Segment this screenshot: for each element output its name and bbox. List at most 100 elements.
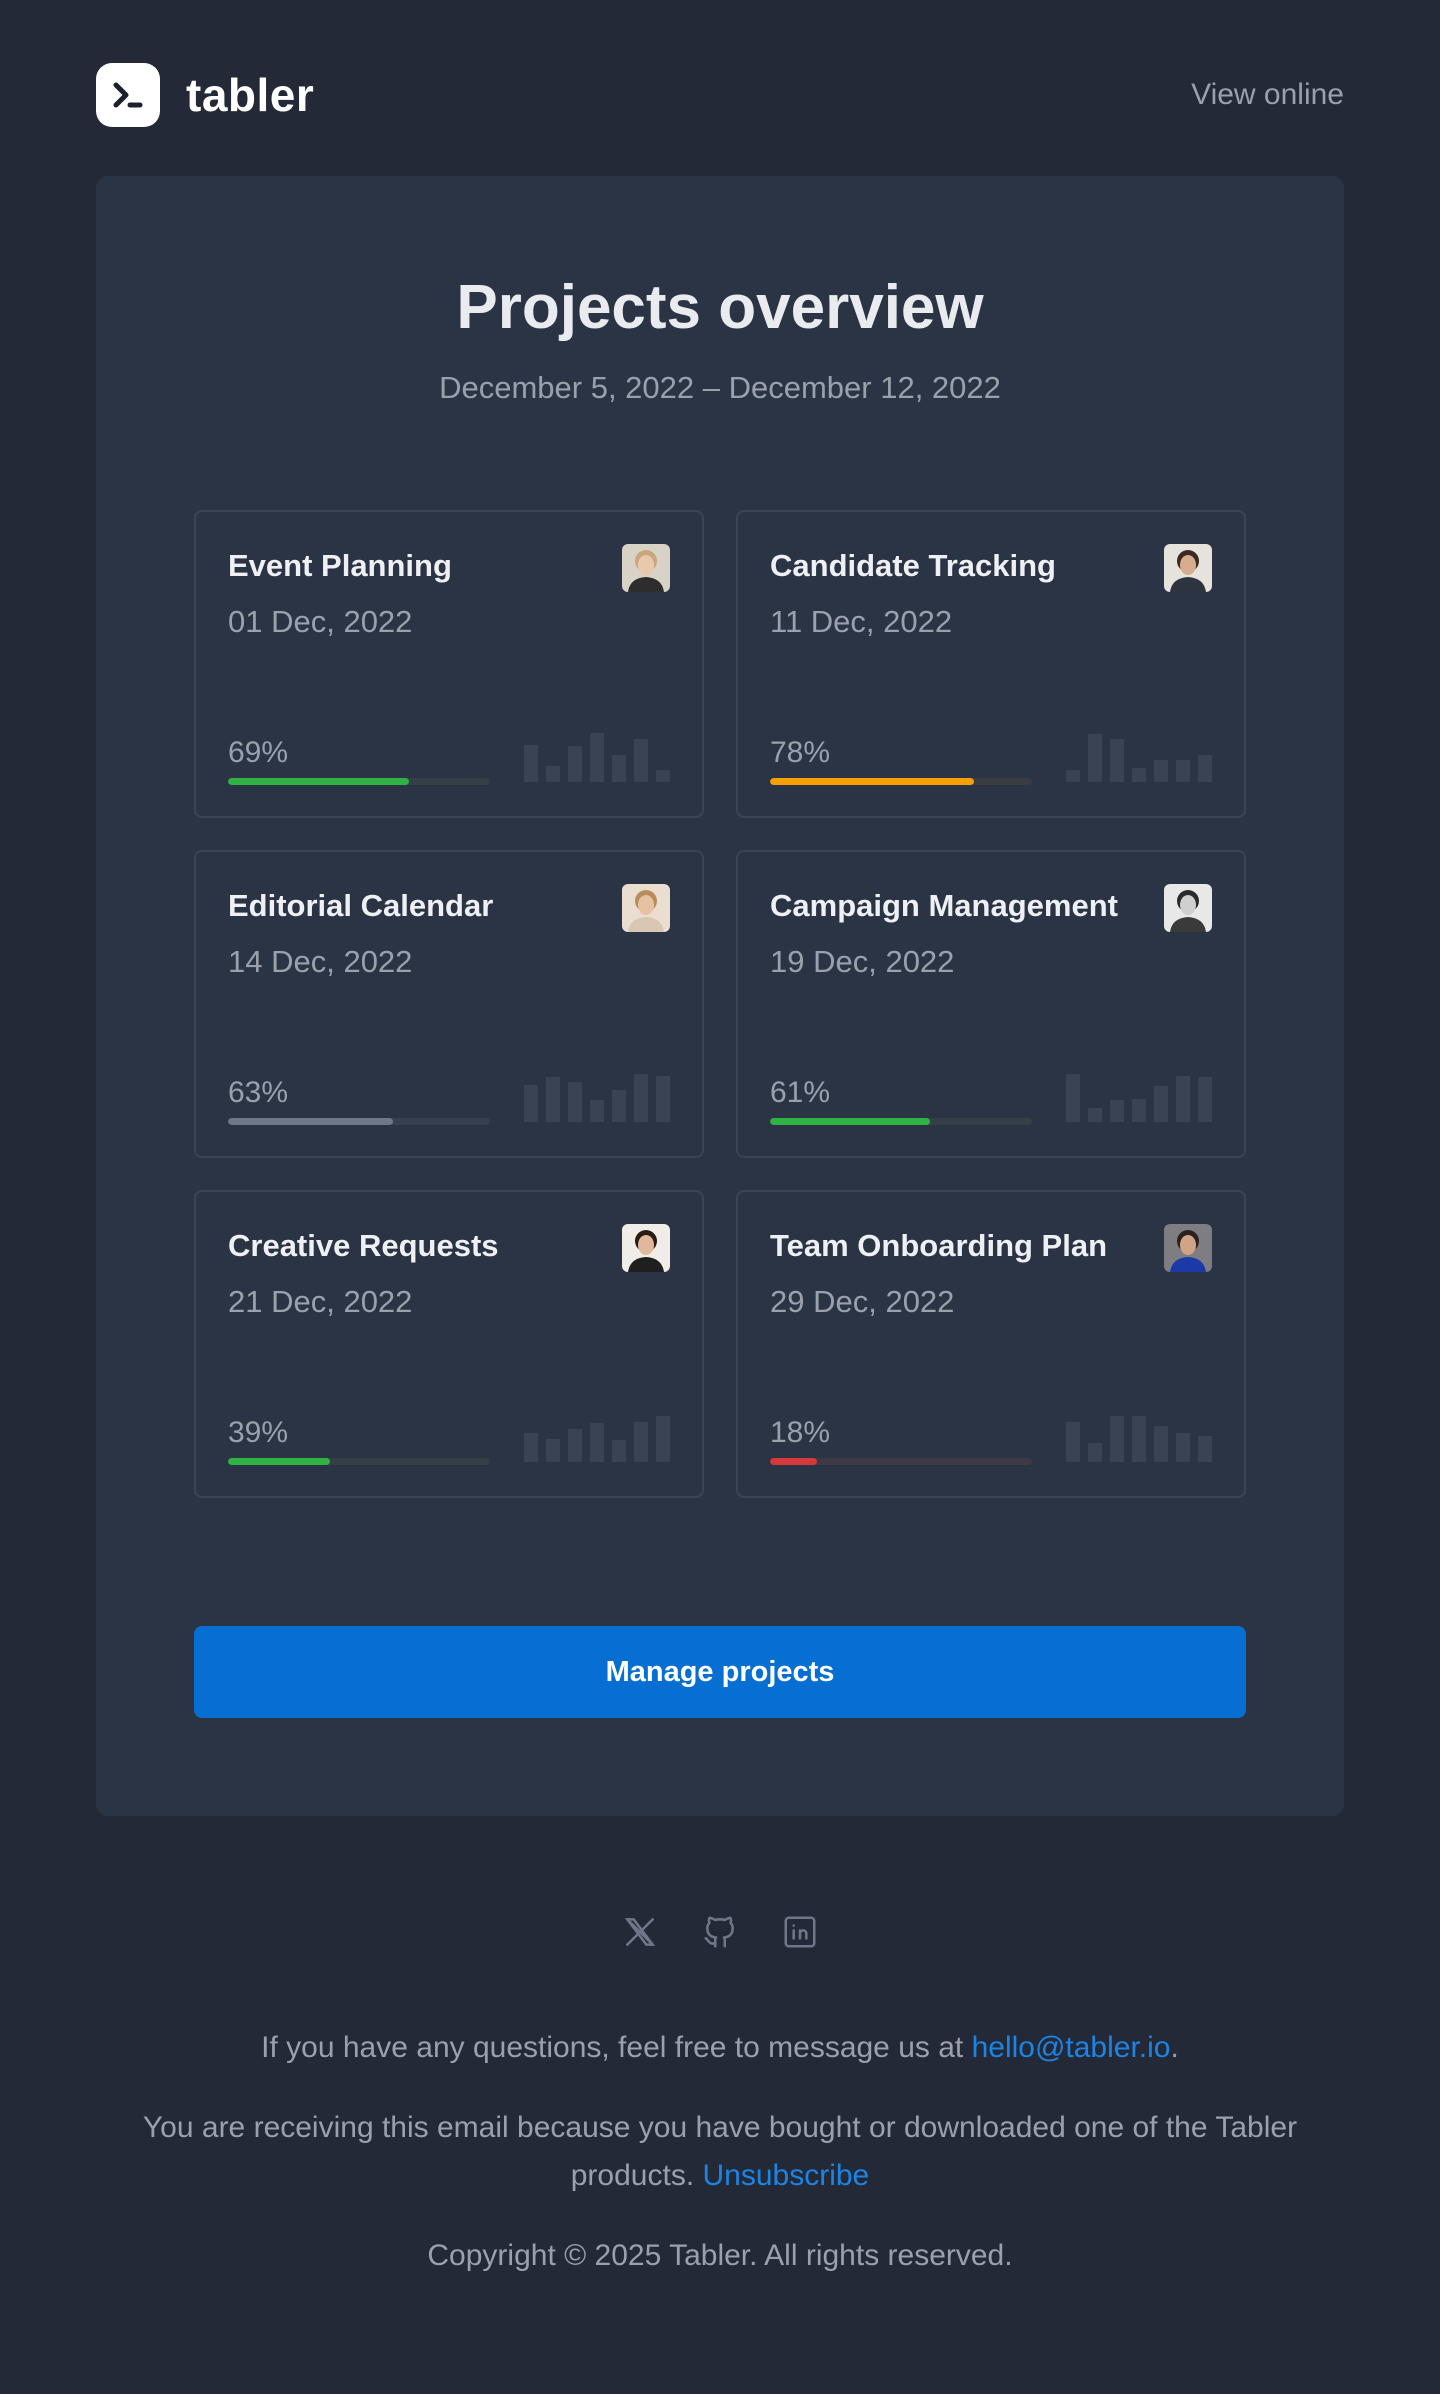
project-card[interactable]: Candidate Tracking 11 Dec, 2022 78% [736, 510, 1246, 818]
questions-line: If you have any questions, feel free to … [261, 2031, 1179, 2064]
sparkline-bar [546, 1077, 560, 1122]
progress-bar [228, 778, 490, 785]
project-card[interactable]: Event Planning 01 Dec, 2022 69% [194, 510, 704, 818]
sparkline-bar [1066, 1074, 1080, 1122]
sparkline-bar [1154, 1086, 1168, 1122]
project-date: 21 Dec, 2022 [228, 1284, 413, 1319]
brand-name: tabler [186, 69, 315, 121]
sparkline-bar [1110, 1416, 1124, 1462]
project-date: 29 Dec, 2022 [770, 1284, 955, 1319]
progress-fill [770, 1458, 818, 1465]
project-card[interactable]: Team Onboarding Plan 29 Dec, 2022 18% [736, 1190, 1246, 1498]
project-card[interactable]: Editorial Calendar 14 Dec, 2022 63% [194, 850, 704, 1158]
sparkline-bar [1198, 1077, 1212, 1122]
sparkline-bar [1132, 1099, 1146, 1122]
sparkline-bar [634, 1422, 648, 1462]
sparkline-bar [1198, 755, 1212, 782]
sparkline-bar [546, 766, 560, 782]
project-name: Editorial Calendar [228, 888, 494, 923]
progress-percent: 63% [228, 1076, 289, 1109]
avatar [1164, 884, 1212, 932]
sparkline-bar [1176, 760, 1190, 782]
project-name: Team Onboarding Plan [770, 1228, 1108, 1263]
view-online-link[interactable]: View online [1191, 78, 1344, 112]
sparkline-bar [1132, 768, 1146, 782]
sparkline-bar [524, 1433, 538, 1462]
github-icon[interactable] [700, 1912, 740, 1952]
projects-grid: Event Planning 01 Dec, 2022 69% Candidate T… [194, 510, 1246, 1510]
sparkline-bar [1176, 1433, 1190, 1462]
sparkline-bar [634, 739, 648, 782]
avatar [622, 1224, 670, 1272]
project-date: 01 Dec, 2022 [228, 604, 413, 639]
sparkline-chart [524, 732, 674, 782]
project-card[interactable]: Campaign Management 19 Dec, 2022 61% [736, 850, 1246, 1158]
sparkline-bar [1066, 770, 1080, 782]
sparkline-chart [1066, 1072, 1216, 1122]
manage-projects-button[interactable]: Manage projects [194, 1626, 1246, 1718]
project-name: Creative Requests [228, 1228, 499, 1263]
sparkline-bar [1088, 1108, 1102, 1122]
avatar [1164, 1224, 1212, 1272]
sparkline-chart [1066, 1412, 1216, 1462]
sparkline-bar [568, 746, 582, 782]
sparkline-bar [612, 1440, 626, 1462]
sparkline-bar [1088, 734, 1102, 782]
progress-bar [770, 1118, 1032, 1125]
email-header: tabler View online [96, 62, 1344, 128]
sparkline-bar [524, 1085, 538, 1122]
progress-percent: 39% [228, 1416, 289, 1449]
email-link[interactable]: hello@tabler.io [972, 2031, 1171, 2064]
sparkline-bar [1110, 739, 1124, 782]
sparkline-bar [1132, 1416, 1146, 1462]
sparkline-bar [656, 1416, 670, 1462]
sparkline-bar [590, 1100, 604, 1122]
progress-percent: 18% [770, 1416, 831, 1449]
linkedin-icon[interactable] [780, 1912, 820, 1952]
avatar [622, 544, 670, 592]
tabler-logo-icon [96, 63, 160, 127]
sparkline-chart [524, 1072, 674, 1122]
sparkline-bar [568, 1429, 582, 1462]
progress-bar [228, 1118, 490, 1125]
avatar [1164, 544, 1212, 592]
sparkline-bar [1110, 1100, 1124, 1122]
sparkline-chart [524, 1412, 674, 1462]
sparkline-bar [1154, 760, 1168, 782]
project-date: 11 Dec, 2022 [770, 604, 953, 639]
sparkline-bar [612, 755, 626, 782]
avatar [622, 884, 670, 932]
receiving-notice: You are receiving this email because you… [142, 2111, 1298, 2192]
date-range: December 5, 2022 – December 12, 2022 [439, 370, 1001, 405]
sparkline-bar [568, 1082, 582, 1122]
x-icon[interactable] [620, 1912, 660, 1952]
sparkline-bar [1066, 1422, 1080, 1462]
progress-percent: 78% [770, 736, 831, 769]
main-card: Projects overview December 5, 2022 – Dec… [96, 176, 1344, 1816]
brand[interactable]: tabler [96, 63, 314, 127]
sparkline-chart [1066, 732, 1216, 782]
sparkline-bar [590, 1423, 604, 1462]
progress-bar [770, 778, 1032, 785]
progress-percent: 69% [228, 736, 289, 769]
progress-bar [770, 1458, 1032, 1465]
sparkline-bar [1088, 1443, 1102, 1462]
project-card[interactable]: Creative Requests 21 Dec, 2022 39% [194, 1190, 704, 1498]
page-title: Projects overview [456, 273, 984, 342]
sparkline-bar [1198, 1436, 1212, 1462]
sparkline-bar [524, 745, 538, 782]
project-name: Candidate Tracking [770, 548, 1056, 583]
progress-fill [228, 1118, 394, 1125]
copyright: Copyright © 2025 Tabler. All rights rese… [427, 2239, 1013, 2272]
progress-fill [770, 778, 975, 785]
sparkline-bar [1154, 1426, 1168, 1462]
unsubscribe-link[interactable]: Unsubscribe [702, 2159, 869, 2192]
sparkline-bar [612, 1090, 626, 1122]
project-date: 14 Dec, 2022 [228, 944, 413, 979]
social-links [0, 1912, 1440, 1952]
progress-fill [228, 778, 409, 785]
sparkline-bar [590, 733, 604, 782]
sparkline-bar [546, 1439, 560, 1462]
progress-percent: 61% [770, 1076, 831, 1109]
sparkline-bar [1176, 1076, 1190, 1122]
